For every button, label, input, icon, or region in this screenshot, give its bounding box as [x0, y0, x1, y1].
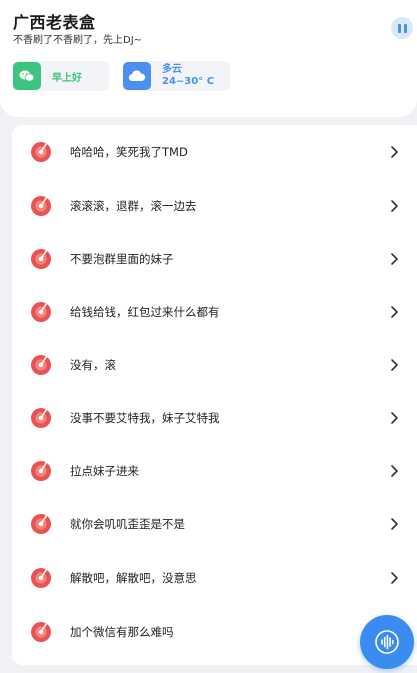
list-item[interactable]: 滚滚滚，退群，滚一边去	[12, 179, 417, 233]
weather-condition: 多云	[162, 64, 182, 75]
weather-card[interactable]: 多云 24~30° C	[123, 61, 230, 91]
sound-wave-icon	[375, 630, 399, 654]
sound-list: 哈哈哈，笑死我了TMD 滚滚滚，退群，滚一边去 不要泡群里面的妹子 给钱给钱，红…	[12, 125, 417, 665]
chevron-right-icon	[391, 412, 398, 424]
record-icon	[31, 622, 51, 642]
record-icon	[31, 408, 51, 428]
list-item-label: 滚滚滚，退群，滚一边去	[70, 199, 197, 213]
list-item[interactable]: 解散吧，解散吧，没意思	[12, 551, 417, 605]
chevron-right-icon	[391, 572, 398, 584]
list-item-label: 没有，滚	[70, 358, 116, 372]
chevron-right-icon	[391, 253, 398, 265]
greeting-label: 早上好	[52, 72, 82, 84]
record-icon	[31, 142, 51, 162]
wechat-icon	[13, 62, 41, 90]
list-item-label: 拉点妹子进来	[70, 464, 139, 478]
record-icon	[31, 249, 51, 269]
record-icon	[31, 355, 51, 375]
pause-icon	[397, 23, 401, 33]
list-item[interactable]: 没有，滚	[12, 338, 417, 392]
app-subtitle: 不香刷了不香刷了，先上DJ~	[13, 35, 143, 46]
list-item-label: 解散吧，解散吧，没意思	[70, 571, 197, 585]
app-title: 广西老表盒	[13, 13, 96, 32]
list-item-label: 给钱给钱，红包过来什么都有	[70, 305, 220, 319]
chevron-right-icon	[391, 146, 398, 158]
cloud-icon	[123, 62, 151, 90]
chevron-right-icon	[391, 465, 398, 477]
list-item[interactable]: 没事不要艾特我，妹子艾特我	[12, 391, 417, 445]
list-item[interactable]: 给钱给钱，红包过来什么都有	[12, 285, 417, 339]
record-icon	[31, 461, 51, 481]
pause-button[interactable]	[391, 17, 413, 39]
list-item-label: 没事不要艾特我，妹子艾特我	[70, 411, 220, 425]
chevron-right-icon	[391, 306, 398, 318]
list-item[interactable]: 就你会叽叽歪歪是不是	[12, 497, 417, 551]
list-item[interactable]: 加个微信有那么难吗	[12, 605, 417, 659]
list-item[interactable]: 拉点妹子进来	[12, 444, 417, 498]
list-item-label: 不要泡群里面的妹子	[70, 252, 174, 266]
record-icon	[31, 514, 51, 534]
chevron-right-icon	[391, 359, 398, 371]
greeting-card[interactable]: 早上好	[13, 61, 109, 91]
list-item-label: 哈哈哈，笑死我了TMD	[70, 145, 188, 159]
chevron-right-icon	[391, 200, 398, 212]
list-item-label: 加个微信有那么难吗	[70, 625, 174, 639]
chevron-right-icon	[391, 518, 398, 530]
record-icon	[31, 196, 51, 216]
weather-temperature: 24~30° C	[162, 76, 215, 87]
voice-button[interactable]	[360, 615, 414, 669]
list-item[interactable]: 不要泡群里面的妹子	[12, 232, 417, 286]
record-icon	[31, 302, 51, 322]
list-item[interactable]: 哈哈哈，笑死我了TMD	[12, 125, 417, 179]
header: 广西老表盒 不香刷了不香刷了，先上DJ~ 早上好 多云 24~30° C	[0, 0, 417, 117]
list-item-label: 就你会叽叽歪歪是不是	[70, 517, 185, 531]
record-icon	[31, 568, 51, 588]
